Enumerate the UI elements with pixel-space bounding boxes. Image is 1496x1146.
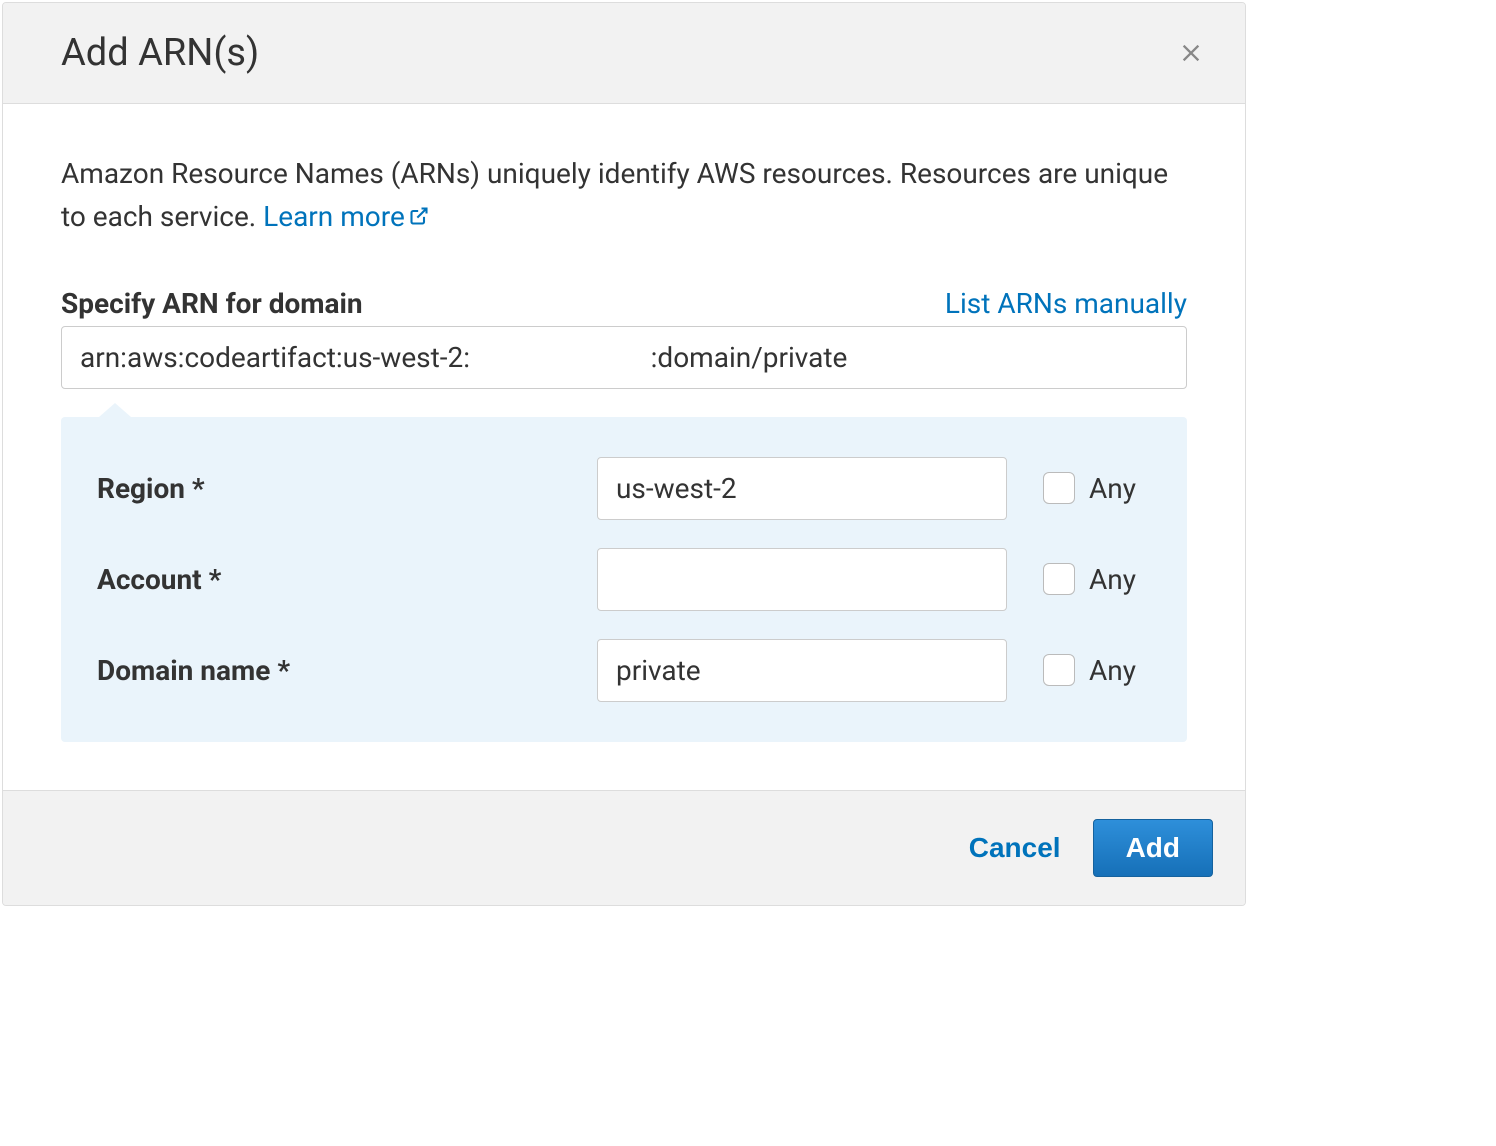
account-any-checkbox[interactable] (1043, 563, 1075, 595)
list-arns-manually-link[interactable]: List ARNs manually (945, 287, 1187, 320)
learn-more-label: Learn more (263, 200, 405, 233)
region-label: Region * (97, 472, 597, 505)
account-any-label: Any (1089, 563, 1136, 596)
arn-detail-panel: Region * Any Account * Any Domain name * (61, 417, 1187, 742)
domain-name-any-label: Any (1089, 654, 1136, 687)
learn-more-link[interactable]: Learn more (263, 200, 429, 233)
specify-arn-label: Specify ARN for domain (61, 287, 363, 320)
account-label: Account * (97, 563, 597, 596)
specify-row: Specify ARN for domain List ARNs manuall… (61, 287, 1187, 320)
region-any-label: Any (1089, 472, 1136, 505)
domain-name-any-wrap: Any (1043, 654, 1136, 687)
account-any-wrap: Any (1043, 563, 1136, 596)
description-text: Amazon Resource Names (ARNs) uniquely id… (61, 152, 1187, 239)
add-button[interactable]: Add (1093, 819, 1213, 877)
region-any-wrap: Any (1043, 472, 1136, 505)
domain-name-label: Domain name * (97, 654, 597, 687)
add-arn-modal: Add ARN(s) Amazon Resource Names (ARNs) … (2, 2, 1246, 906)
modal-header: Add ARN(s) (3, 3, 1245, 104)
modal-footer: Cancel Add (3, 790, 1245, 905)
description-pre: Amazon Resource Names (ARNs) uniquely id… (61, 157, 1168, 233)
close-button[interactable] (1169, 31, 1213, 75)
account-input[interactable] (597, 548, 1007, 611)
region-input[interactable] (597, 457, 1007, 520)
domain-name-input[interactable] (597, 639, 1007, 702)
domain-name-row: Domain name * Any (97, 639, 1151, 702)
account-row: Account * Any (97, 548, 1151, 611)
domain-name-any-checkbox[interactable] (1043, 654, 1075, 686)
arn-input[interactable] (61, 326, 1187, 389)
modal-title: Add ARN(s) (61, 31, 259, 75)
cancel-button[interactable]: Cancel (961, 820, 1069, 876)
external-link-icon (409, 206, 429, 226)
region-row: Region * Any (97, 457, 1151, 520)
region-any-checkbox[interactable] (1043, 472, 1075, 504)
modal-body: Amazon Resource Names (ARNs) uniquely id… (3, 104, 1245, 790)
close-icon (1177, 39, 1205, 67)
